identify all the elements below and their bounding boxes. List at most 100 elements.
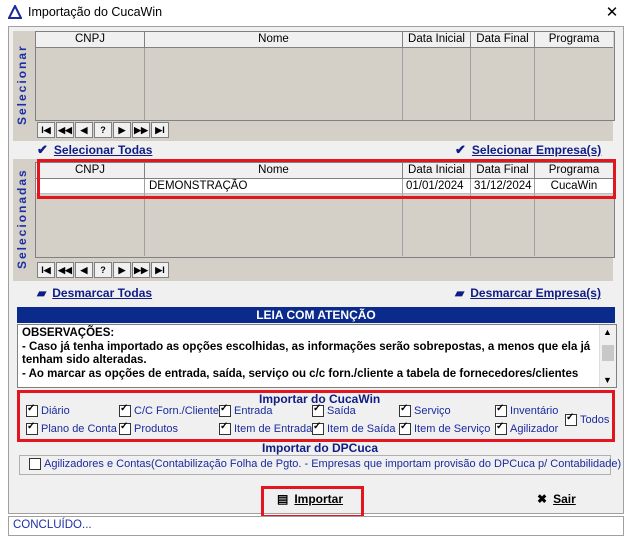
checkbox-mark[interactable] [399, 403, 411, 417]
checkbox-item-de-servico[interactable]: Item de Serviço [399, 421, 491, 435]
checkbox-saida[interactable]: Saída [312, 403, 356, 417]
unselect-companies-button[interactable]: ▰ Desmarcar Empresa(s) [455, 286, 601, 300]
check-stamp-icon: ✔ [455, 142, 466, 157]
select-companies-label: Selecionar Empresa(s) [471, 143, 602, 157]
checkbox-mark[interactable] [119, 421, 131, 435]
nav-next-page-button[interactable]: ▶▶ [132, 262, 150, 278]
selecionadas-side-label: Selecionadas [15, 168, 29, 270]
checkbox-label: Item de Entrada [234, 423, 313, 435]
checkbox-mark[interactable] [119, 403, 131, 417]
grid-column-divider [471, 48, 535, 120]
checkbox-entrada[interactable]: Entrada [219, 403, 273, 417]
checkbox-inventario[interactable]: Inventário [495, 403, 559, 417]
exit-button-label: Sair [553, 492, 576, 506]
checkbox-cc-forn-cliente[interactable]: C/C Forn./Cliente [119, 403, 219, 417]
checkbox-label: Inventário [510, 405, 559, 417]
checkbox-todos[interactable]: Todos [565, 412, 610, 426]
nav-first-button[interactable]: I◀ [37, 122, 55, 138]
grid-column-divider [471, 194, 535, 256]
notice-box[interactable]: OBSERVAÇÕES: - Caso já tenha importado a… [17, 324, 617, 388]
checkbox-mark[interactable] [219, 421, 231, 435]
check-stamp-icon: ✔ [37, 142, 48, 157]
checkbox-mark[interactable] [219, 403, 231, 417]
nav-last-button[interactable]: ▶I [151, 262, 169, 278]
checkbox-mark[interactable] [399, 421, 411, 435]
nav-next-page-button[interactable]: ▶▶ [132, 122, 150, 138]
col-header-data-final[interactable]: Data Final [471, 32, 535, 48]
checkbox-produtos[interactable]: Produtos [119, 421, 179, 435]
checkbox-mark[interactable] [565, 412, 577, 426]
checkbox-item-de-saida[interactable]: Item de Saída [312, 421, 396, 435]
nav-first-button[interactable]: I◀ [37, 262, 55, 278]
checkbox-agilizador[interactable]: Agilizador [495, 421, 558, 435]
col-header-nome[interactable]: Nome [145, 32, 403, 48]
checkbox-label: Serviço [414, 405, 451, 417]
checkbox-mark[interactable] [26, 421, 38, 435]
nav-help-button[interactable]: ? [94, 262, 112, 278]
notice-header: LEIA COM ATENÇÃO [17, 307, 615, 323]
status-bar: CONCLUÍDO... [8, 516, 624, 536]
checkbox-mark[interactable] [312, 421, 324, 435]
status-text: CONCLUÍDO... [13, 519, 92, 531]
checkbox-label: Todos [580, 414, 610, 426]
grid-column-divider [145, 48, 403, 120]
notice-scrollbar[interactable]: ▲ ▼ [599, 325, 616, 387]
checkbox-label: Produtos [134, 423, 179, 435]
available-companies-grid[interactable]: CNPJ Nome Data Inicial Data Final Progra… [35, 31, 615, 121]
col-header-cnpj[interactable]: CNPJ [36, 32, 145, 48]
exit-button[interactable]: ✖ Sair [537, 492, 576, 506]
nav-next-button[interactable]: ▶ [113, 262, 131, 278]
import-button[interactable]: ▤ Importar [277, 492, 343, 506]
selecionar-side-label: Selecionar [15, 44, 29, 126]
app-logo-icon [8, 5, 22, 19]
nav-help-button[interactable]: ? [94, 122, 112, 138]
nav-prior-page-button[interactable]: ◀◀ [56, 262, 74, 278]
nav-prior-button[interactable]: ◀ [75, 262, 93, 278]
checkbox-mark[interactable] [26, 403, 38, 417]
grid-column-divider [36, 194, 145, 256]
nav-prior-page-button[interactable]: ◀◀ [56, 122, 74, 138]
notice-line: - Caso já tenha importado as opções esco… [22, 340, 591, 367]
notice-line: OBSERVAÇÕES: [22, 327, 115, 339]
checkbox-plano-de-conta[interactable]: Plano de Conta [26, 421, 117, 435]
selecionadas-navigator: I◀ ◀◀ ◀ ? ▶ ▶▶ ▶I [37, 262, 170, 278]
scroll-thumb[interactable] [602, 345, 614, 361]
close-button[interactable]: ✕ [600, 2, 624, 24]
select-companies-button[interactable]: ✔ Selecionar Empresa(s) [455, 142, 601, 158]
checkbox-mark[interactable] [495, 421, 507, 435]
nav-prior-button[interactable]: ◀ [75, 122, 93, 138]
nav-last-button[interactable]: ▶I [151, 122, 169, 138]
checkbox-mark[interactable] [312, 403, 324, 417]
grid-column-divider [403, 194, 471, 256]
grid-column-divider [403, 48, 471, 120]
exit-icon: ✖ [537, 492, 548, 506]
checkbox-diario[interactable]: Diário [26, 403, 70, 417]
window-body: Selecionar CNPJ Nome Data Inicial Data F… [8, 26, 624, 518]
import-icon: ▤ [277, 492, 289, 506]
import-dpcuca-title: Importar do DPCuca [262, 441, 379, 455]
select-all-label: Selecionar Todas [53, 143, 153, 157]
checkbox-label: C/C Forn./Cliente [134, 405, 219, 417]
checkbox-label: Item de Serviço [414, 423, 491, 435]
title-bar: Importação do CucaWin ✕ [0, 0, 629, 26]
checkbox-mark[interactable] [29, 458, 41, 470]
scroll-up-icon[interactable]: ▲ [603, 327, 612, 337]
selecionar-navigator: I◀ ◀◀ ◀ ? ▶ ▶▶ ▶I [37, 122, 170, 138]
checkbox-servico[interactable]: Serviço [399, 403, 451, 417]
unselect-all-label: Desmarcar Todas [52, 286, 153, 300]
selecionadas-panel: Selecionadas CNPJ Nome Data Inicial Data… [13, 159, 616, 281]
unselect-all-button[interactable]: ▰ Desmarcar Todas [37, 286, 152, 300]
checkbox-agilizadores-contas[interactable]: Agilizadores e Contas(Contabilização Fol… [29, 458, 621, 470]
eraser-icon: ▰ [455, 286, 465, 300]
unselect-companies-label: Desmarcar Empresa(s) [470, 286, 601, 300]
col-header-programa[interactable]: Programa [535, 32, 613, 48]
col-header-data-inicial[interactable]: Data Inicial [403, 32, 471, 48]
scroll-down-icon[interactable]: ▼ [603, 375, 612, 385]
checkbox-item-de-entrada[interactable]: Item de Entrada [219, 421, 313, 435]
checkbox-label: Diário [41, 405, 70, 417]
notice-text: OBSERVAÇÕES: - Caso já tenha importado a… [22, 327, 596, 381]
checkbox-label: Entrada [234, 405, 273, 417]
select-all-button[interactable]: ✔ Selecionar Todas [37, 142, 152, 158]
nav-next-button[interactable]: ▶ [113, 122, 131, 138]
checkbox-mark[interactable] [495, 403, 507, 417]
